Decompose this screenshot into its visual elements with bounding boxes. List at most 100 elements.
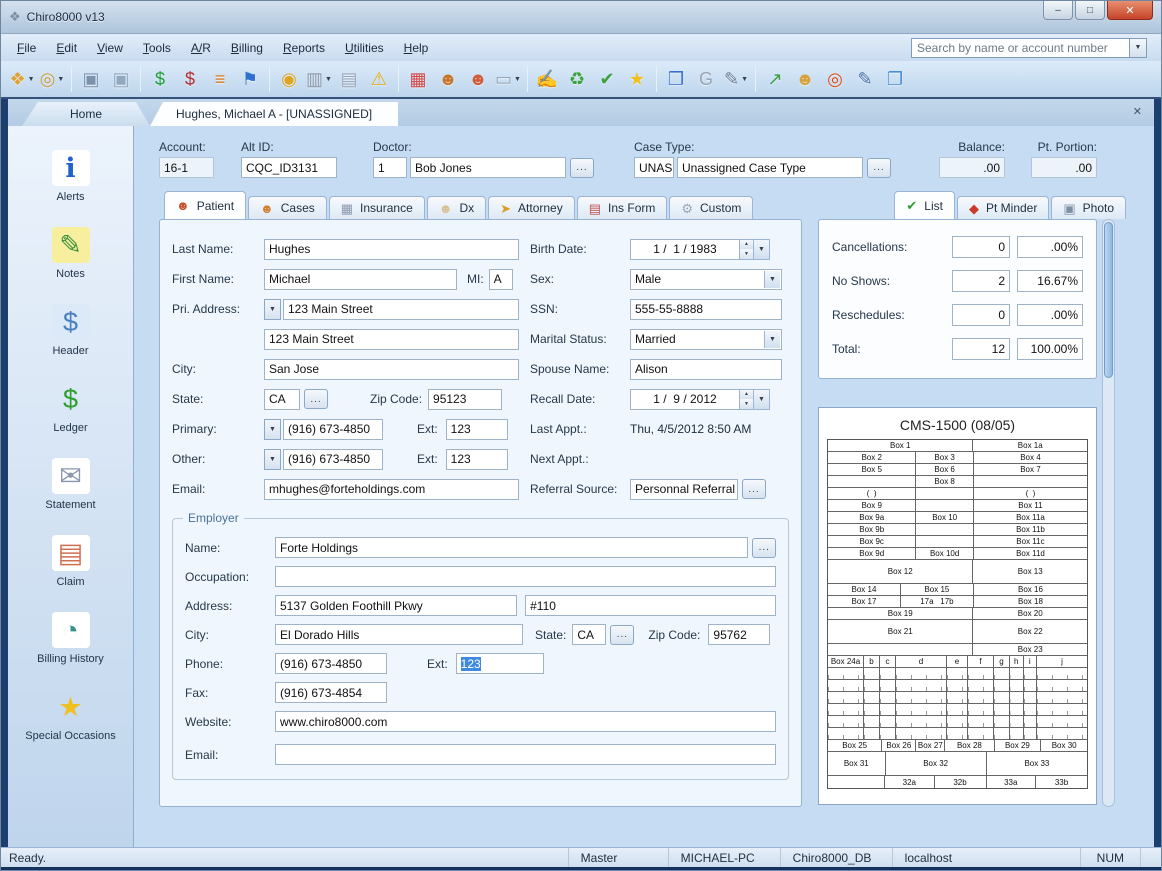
address-line1-input[interactable]: 123 Main Street [283, 299, 519, 320]
dropdown-arrow-icon[interactable]: ▼ [741, 76, 748, 83]
marital-status-combobox[interactable]: Married▼ [630, 329, 782, 350]
vertical-scrollbar[interactable] [1102, 219, 1115, 807]
menu-item[interactable]: Reports [273, 37, 335, 59]
tab-patient-document[interactable]: Hughes, Michael A - [UNASSIGNED] [150, 102, 398, 126]
post-payment-button[interactable]: $ [145, 64, 175, 94]
payments-coin-button[interactable]: ◉ [274, 64, 304, 94]
title-bar[interactable]: ❖ Chiro8000 v13 – □ ✕ [1, 1, 1161, 33]
tab-ins-form[interactable]: ▤ Ins Form [577, 196, 668, 219]
other-ext-input[interactable]: 123 [446, 449, 508, 470]
case-type-name-input[interactable]: Unassigned Case Type [677, 157, 863, 178]
patient-call-button[interactable]: ☻ [463, 64, 493, 94]
referral-source-browse-button[interactable]: ... [742, 479, 766, 499]
maximize-button[interactable]: □ [1075, 1, 1105, 20]
signature-button[interactable]: ✍ [532, 64, 562, 94]
menu-item[interactable]: Utilities [335, 37, 394, 59]
search-input[interactable] [911, 38, 1129, 58]
find-patient-button[interactable]: ◎▼ [37, 64, 67, 94]
first-name-input[interactable]: Michael [264, 269, 457, 290]
tab-cases[interactable]: ☻ Cases [248, 196, 327, 219]
dropdown-arrow-icon[interactable]: ▼ [325, 76, 332, 83]
app-window-button[interactable]: ❐ [880, 64, 910, 94]
sidebar-item-billing-history[interactable]: ◔ Billing History [8, 612, 133, 665]
employer-address2-input[interactable]: #110 [525, 595, 776, 616]
ssn-input[interactable]: 555-55-8888 [630, 299, 782, 320]
referral-source-input[interactable]: Personnal Referral : [630, 479, 738, 500]
post-charge-button[interactable]: $ [175, 64, 205, 94]
tab-photo[interactable]: ▣ Photo [1051, 196, 1126, 219]
employer-ext-input[interactable]: 123 [456, 653, 544, 674]
sidebar-item-statement[interactable]: ✉ Statement [8, 458, 133, 511]
other-phone-input[interactable]: (916) 673-4850 [283, 449, 383, 470]
fax-input[interactable]: (916) 673-4854 [275, 682, 387, 703]
spin-down-icon[interactable]: ▼ [740, 399, 753, 409]
patient-remove-button[interactable]: ☻ [433, 64, 463, 94]
combo-arrow-icon[interactable]: ▼ [764, 331, 780, 348]
city-input[interactable]: San Jose [264, 359, 519, 380]
tab-home[interactable]: Home [22, 102, 150, 126]
close-button[interactable]: ✕ [1107, 1, 1153, 20]
address-line2-input[interactable]: 123 Main Street [264, 329, 519, 350]
menu-item[interactable]: A/R [181, 37, 221, 59]
blocks-button[interactable]: ❒ [661, 64, 691, 94]
tab-list[interactable]: ✔ List [894, 191, 955, 219]
state-browse-button[interactable]: ... [304, 389, 328, 409]
doctor-name-input[interactable]: Bob Jones [410, 157, 566, 178]
website-input[interactable]: www.chiro8000.com [275, 711, 776, 732]
dropdown-arrow-icon[interactable]: ▼ [514, 76, 521, 83]
state-input[interactable]: CA [264, 389, 300, 410]
primary-phone-input[interactable]: (916) 673-4850 [283, 419, 383, 440]
tab-patient[interactable]: ☻ Patient [164, 191, 246, 219]
spin-up-icon[interactable]: ▲ [740, 240, 753, 250]
scrollbar-thumb[interactable] [1104, 222, 1113, 378]
menu-item[interactable]: File [7, 37, 46, 59]
employer-address1-input[interactable]: 5137 Golden Foothill Pkwy [275, 595, 517, 616]
tab-dx[interactable]: ☻ Dx [427, 196, 486, 219]
open-patient-button[interactable]: ❖▼ [7, 64, 37, 94]
transactions-button[interactable]: ≡ [205, 64, 235, 94]
sidebar-item-ledger[interactable]: $ Ledger [8, 381, 133, 434]
last-name-input[interactable]: Hughes [264, 239, 519, 260]
g-service-button[interactable]: G [691, 64, 721, 94]
spouse-name-input[interactable]: Alison [630, 359, 782, 380]
staff-button[interactable]: ☻ [790, 64, 820, 94]
occupation-input[interactable] [275, 566, 776, 587]
doctor-browse-button[interactable]: ... [570, 158, 594, 178]
dropdown-arrow-icon[interactable]: ▼ [28, 76, 35, 83]
sidebar-item-special-occasions[interactable]: ★ Special Occasions [8, 689, 133, 742]
alt-id-input[interactable]: CQC_ID3131 [241, 157, 337, 178]
recall-date-spinner[interactable]: ▲▼ [740, 389, 754, 410]
other-phone-dropdown-button[interactable]: ▼ [264, 449, 281, 470]
employer-state-input[interactable]: CA [572, 624, 606, 645]
minimize-button[interactable]: – [1043, 1, 1073, 20]
employer-zip-input[interactable]: 95762 [708, 624, 770, 645]
employer-name-browse-button[interactable]: ... [752, 538, 776, 558]
favorites-star-button[interactable]: ★ [622, 64, 652, 94]
recycle-button[interactable]: ♻ [562, 64, 592, 94]
tab-pt-minder[interactable]: ◆ Pt Minder [957, 196, 1049, 219]
package-check-button[interactable]: ✔ [592, 64, 622, 94]
primary-phone-dropdown-button[interactable]: ▼ [264, 419, 281, 440]
cms-1500-preview[interactable]: CMS-1500 (08/05) Box 1Box 1aBox 2Box 3Bo… [818, 407, 1097, 805]
save-all-button[interactable]: ▣ [106, 64, 136, 94]
birth-date-calendar-dropdown[interactable]: ▼ [754, 239, 770, 260]
employer-state-browse-button[interactable]: ... [610, 625, 634, 645]
dropdown-arrow-icon[interactable]: ▼ [57, 76, 64, 83]
alerts-warning-button[interactable]: ⚠ [364, 64, 394, 94]
file-cabinet-button[interactable]: ▤ [334, 64, 364, 94]
recall-date-value[interactable]: 1 / 9 / 2012 [630, 389, 740, 410]
edit-tools-button[interactable]: ✎ [850, 64, 880, 94]
pen-button[interactable]: ✎▼ [721, 64, 751, 94]
sidebar-item-alerts[interactable]: ℹ Alerts [8, 150, 133, 203]
calendar-button[interactable]: ▦ [403, 64, 433, 94]
target-button[interactable]: ◎ [820, 64, 850, 94]
case-type-browse-button[interactable]: ... [867, 158, 891, 178]
recall-date-calendar-dropdown[interactable]: ▼ [754, 389, 770, 410]
spin-up-icon[interactable]: ▲ [740, 390, 753, 400]
recall-date-input[interactable]: 1 / 9 / 2012 ▲▼ ▼ [630, 389, 770, 410]
search-dropdown-button[interactable]: ▼ [1129, 38, 1147, 58]
sidebar-item-claim[interactable]: ▤ Claim [8, 535, 133, 588]
chart-button[interactable]: ↗ [760, 64, 790, 94]
tab-custom[interactable]: ⚙ Custom [669, 196, 753, 219]
birth-date-spinner[interactable]: ▲▼ [740, 239, 754, 260]
